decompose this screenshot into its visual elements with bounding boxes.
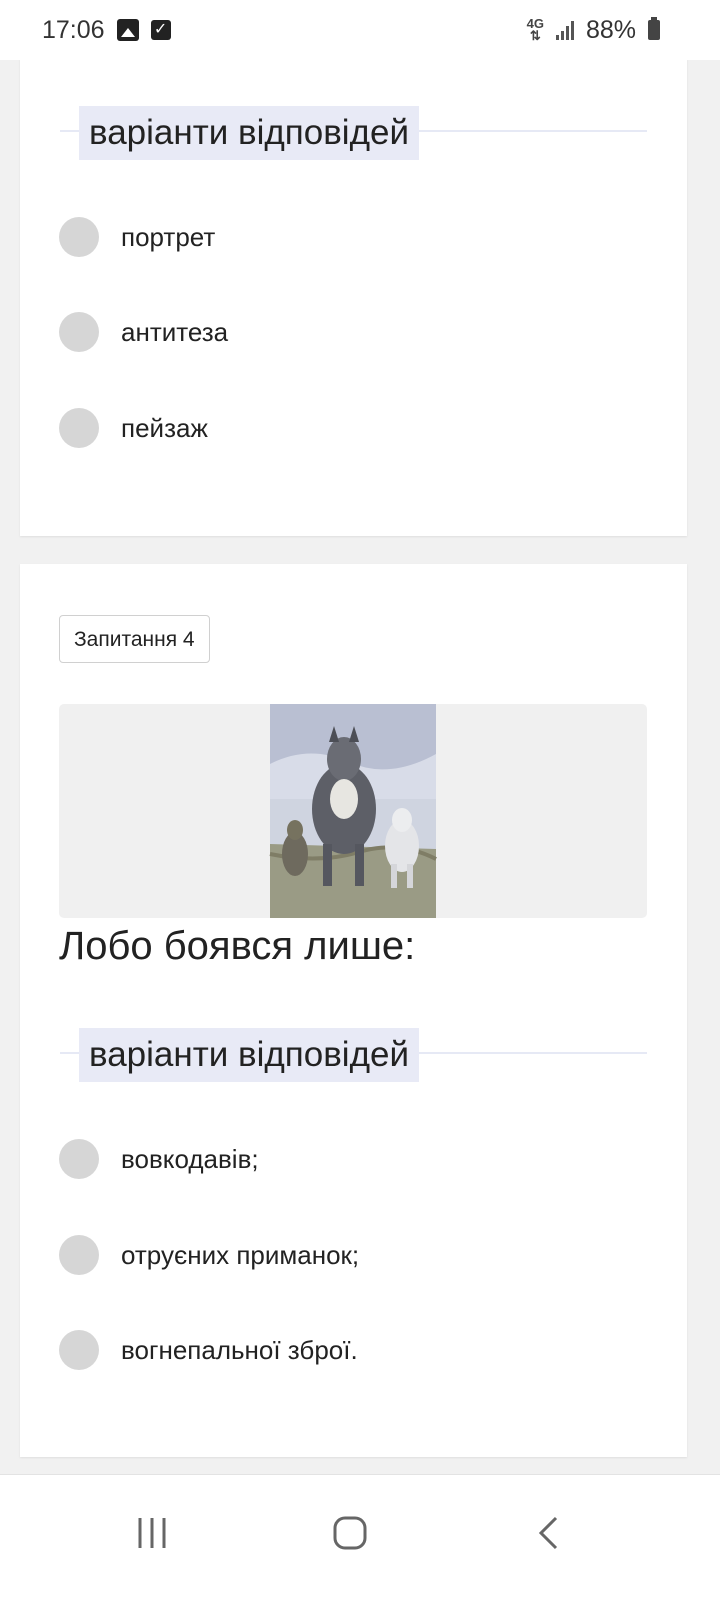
answer-option-label: портрет	[121, 221, 216, 252]
network-4g-icon: 4G ⇅	[526, 16, 544, 43]
question-text: Лобо боявся лише:	[59, 924, 416, 968]
radio-button[interactable]	[59, 1139, 99, 1179]
radio-button[interactable]	[59, 1235, 99, 1275]
wolves-illustration	[269, 704, 437, 918]
radio-button[interactable]	[59, 217, 99, 257]
back-icon	[538, 1516, 558, 1550]
status-time: 17:06	[42, 15, 105, 44]
battery-percent: 88%	[585, 15, 636, 44]
answer-option[interactable]: вогнепальної зброї.	[59, 1330, 358, 1370]
answer-options-label: варіанти відповідей	[79, 106, 420, 160]
answer-option-label: вовкодавів;	[121, 1143, 259, 1174]
question-number-badge: Запитання 4	[59, 615, 210, 663]
radio-button[interactable]	[59, 312, 99, 352]
answer-options-label: варіанти відповідей	[79, 1028, 420, 1082]
answer-option-label: вогнепальної зброї.	[121, 1334, 358, 1365]
question-card-3: варіанти відповідей портрет антитеза пей…	[20, 58, 687, 536]
radio-button[interactable]	[59, 1330, 99, 1370]
answer-option[interactable]: портрет	[59, 217, 215, 257]
status-right: 4G ⇅ 88%	[527, 16, 660, 45]
answer-options-header: варіанти відповідей	[60, 106, 647, 160]
recent-apps-icon	[138, 1518, 166, 1548]
home-icon	[333, 1516, 367, 1550]
question-image-container	[59, 704, 647, 918]
home-button[interactable]	[320, 1503, 380, 1563]
radio-button[interactable]	[59, 408, 99, 448]
answer-option[interactable]: вовкодавів;	[59, 1139, 259, 1179]
task-check-icon: ✓	[150, 20, 171, 40]
answer-option[interactable]: антитеза	[59, 312, 228, 352]
back-button[interactable]	[518, 1503, 578, 1563]
answer-option-label: антитеза	[121, 316, 229, 347]
recent-apps-button[interactable]	[122, 1503, 182, 1563]
answer-options-header: варіанти відповідей	[60, 1028, 647, 1082]
battery-icon	[648, 17, 660, 40]
system-navigation-bar	[0, 1474, 720, 1601]
answer-option[interactable]: отруєних приманок;	[59, 1235, 359, 1275]
answer-option-label: отруєних приманок;	[121, 1239, 360, 1270]
signal-icon	[555, 20, 574, 40]
status-left: 17:06 ✓	[42, 16, 171, 45]
gallery-icon	[116, 19, 139, 41]
answer-option-label: пейзаж	[121, 412, 208, 443]
question-card-4: Запитання 4 Лобо боявся лише: варіанти в…	[20, 564, 687, 1457]
status-bar: 17:06 ✓ 4G ⇅ 88%	[0, 0, 720, 60]
network-label: 4G	[526, 16, 544, 31]
answer-option[interactable]: пейзаж	[59, 408, 208, 448]
